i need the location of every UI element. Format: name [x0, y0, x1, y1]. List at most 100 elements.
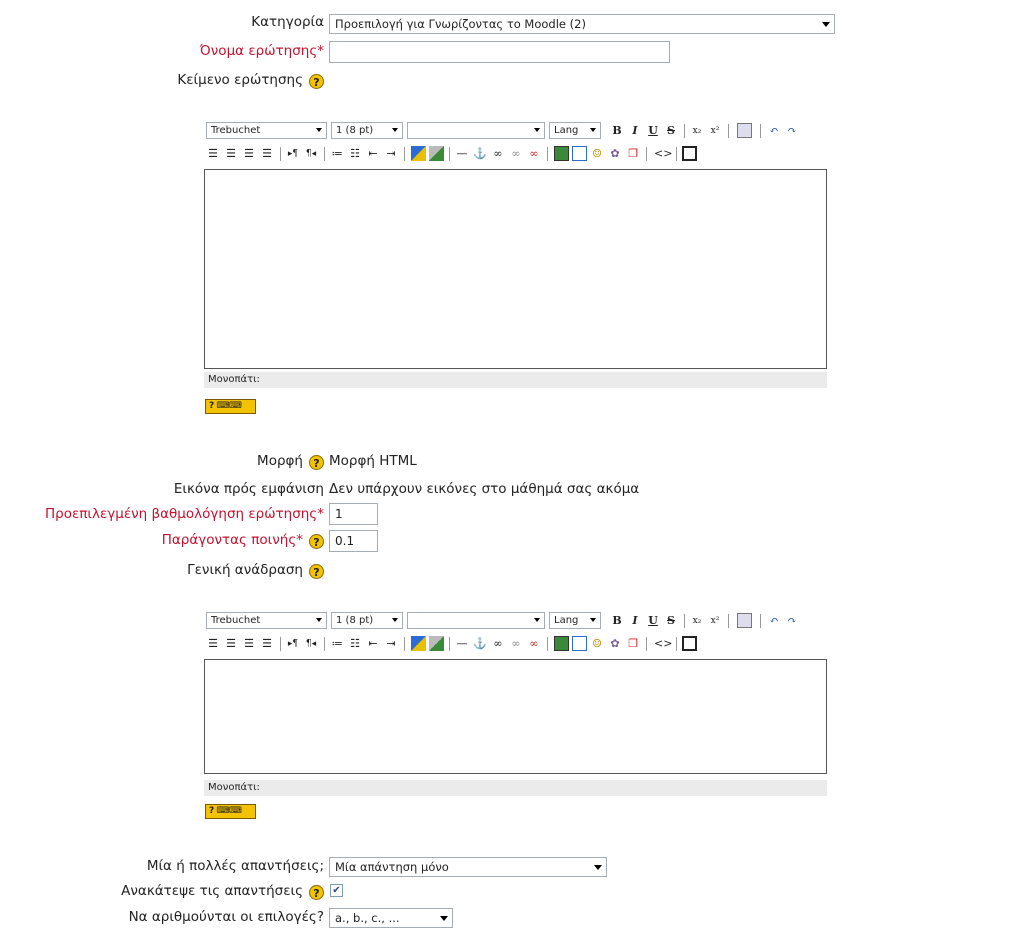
outdent-icon[interactable]: ⇤ — [366, 145, 380, 163]
html-source-icon[interactable]: <> — [654, 635, 672, 653]
help-icon[interactable]: ? — [309, 885, 324, 900]
font-family-select[interactable]: Trebuchet — [206, 122, 327, 139]
redo-icon[interactable]: ↷ — [785, 122, 799, 140]
subscript-button[interactable]: x₂ — [690, 122, 704, 140]
ordered-list-icon[interactable]: ≔ — [330, 145, 344, 163]
background-color-icon[interactable] — [429, 636, 444, 651]
html-source-icon[interactable]: <> — [654, 145, 672, 163]
unordered-list-icon[interactable]: ☷ — [348, 635, 362, 653]
category-select-value: Προεπιλογή για Γνωρίζοντας το Moodle (2) — [335, 17, 586, 31]
justify-icon[interactable]: ☰ — [260, 145, 274, 163]
italic-button[interactable]: I — [628, 612, 642, 630]
help-icon[interactable]: ? — [309, 564, 324, 579]
background-color-icon[interactable] — [429, 146, 444, 161]
category-select[interactable]: Προεπιλογή για Γνωρίζοντας το Moodle (2) — [329, 14, 835, 34]
insert-table-icon[interactable] — [572, 146, 587, 161]
help-icon[interactable]: ? — [309, 534, 324, 549]
insert-image-icon[interactable] — [554, 636, 569, 651]
superscript-button[interactable]: x² — [708, 122, 722, 140]
underline-button[interactable]: U — [646, 122, 660, 140]
underline-button[interactable]: U — [646, 612, 660, 630]
lang-select[interactable]: Lang — [549, 612, 601, 629]
shuffle-checkbox[interactable]: ✔ — [330, 884, 343, 897]
anchor-icon[interactable]: ⚓ — [473, 635, 487, 653]
nolink-icon[interactable]: ∞ — [527, 145, 541, 163]
search-replace-icon[interactable]: ❐ — [626, 145, 640, 163]
special-char-icon[interactable]: ✿ — [608, 145, 622, 163]
undo-icon[interactable]: ↶ — [767, 612, 781, 630]
font-size-select[interactable]: 1 (8 pt) — [331, 122, 403, 139]
numbering-select-value: a., b., c., ... — [335, 911, 400, 925]
unlink-icon[interactable]: ∞ — [509, 145, 523, 163]
text-color-icon[interactable] — [411, 146, 426, 161]
subscript-button[interactable]: x₂ — [690, 612, 704, 630]
horizontal-rule-icon[interactable]: — — [455, 145, 469, 163]
general-feedback-label: Γενική ανάδραση? — [187, 561, 324, 579]
rtl-icon[interactable]: ¶◂ — [304, 145, 318, 163]
general-feedback-area[interactable] — [204, 659, 827, 774]
indent-icon[interactable]: ⇥ — [384, 635, 398, 653]
chevron-down-icon — [534, 618, 540, 622]
align-center-icon[interactable]: ☰ — [224, 145, 238, 163]
chevron-down-icon — [590, 618, 596, 622]
align-left-icon[interactable]: ☰ — [206, 145, 220, 163]
search-replace-icon[interactable]: ❐ — [626, 635, 640, 653]
editor-path-bar: Μονοπάτι: — [204, 780, 827, 796]
keyboard-help-icon[interactable]: ? ⌨⌨ — [205, 399, 256, 414]
align-center-icon[interactable]: ☰ — [224, 635, 238, 653]
editor-toolbar-row-2: ☰ ☰ ☰ ☰ ▸¶ ¶◂ ≔ ☷ ⇤ ⇥ — ⚓ ∞ ∞ ∞ ☺ ✿ ❐ <> — [204, 143, 834, 165]
fullscreen-icon[interactable] — [682, 636, 697, 651]
horizontal-rule-icon[interactable]: — — [455, 635, 469, 653]
align-right-icon[interactable]: ☰ — [242, 635, 256, 653]
numbering-select[interactable]: a., b., c., ... — [329, 908, 453, 928]
toolbar-separator — [760, 614, 761, 628]
italic-button[interactable]: I — [628, 122, 642, 140]
outdent-icon[interactable]: ⇤ — [366, 635, 380, 653]
insert-table-icon[interactable] — [572, 636, 587, 651]
align-right-icon[interactable]: ☰ — [242, 145, 256, 163]
help-icon[interactable]: ? — [309, 74, 324, 89]
penalty-input[interactable]: 0.1 — [329, 530, 378, 552]
lang-select[interactable]: Lang — [549, 122, 601, 139]
editor-path-bar: Μονοπάτι: — [204, 372, 827, 388]
undo-icon[interactable]: ↶ — [767, 122, 781, 140]
rtl-icon[interactable]: ¶◂ — [304, 635, 318, 653]
font-family-select[interactable]: Trebuchet — [206, 612, 327, 629]
strikethrough-button[interactable]: S — [664, 612, 678, 630]
question-text-area[interactable] — [204, 169, 827, 369]
smiley-icon[interactable]: ☺ — [590, 145, 604, 163]
heading-select[interactable] — [407, 122, 545, 139]
text-color-icon[interactable] — [411, 636, 426, 651]
strikethrough-button[interactable]: S — [664, 122, 678, 140]
smiley-icon[interactable]: ☺ — [590, 635, 604, 653]
unlink-icon[interactable]: ∞ — [509, 635, 523, 653]
nolink-icon[interactable]: ∞ — [527, 635, 541, 653]
keyboard-help-icon[interactable]: ? ⌨⌨ — [205, 804, 256, 819]
fullscreen-icon[interactable] — [682, 146, 697, 161]
clean-word-icon[interactable] — [737, 123, 752, 138]
insert-image-icon[interactable] — [554, 146, 569, 161]
align-left-icon[interactable]: ☰ — [206, 635, 220, 653]
special-char-icon[interactable]: ✿ — [608, 635, 622, 653]
font-size-select[interactable]: 1 (8 pt) — [331, 612, 403, 629]
anchor-icon[interactable]: ⚓ — [473, 145, 487, 163]
question-name-input[interactable] — [329, 41, 670, 63]
bold-button[interactable]: B — [610, 612, 624, 630]
single-select[interactable]: Μία απάντηση μόνο — [329, 857, 607, 877]
link-icon[interactable]: ∞ — [491, 635, 505, 653]
toolbar-separator — [646, 637, 647, 651]
default-grade-input[interactable]: 1 — [329, 503, 378, 525]
ltr-icon[interactable]: ▸¶ — [286, 145, 300, 163]
redo-icon[interactable]: ↷ — [785, 612, 799, 630]
unordered-list-icon[interactable]: ☷ — [348, 145, 362, 163]
link-icon[interactable]: ∞ — [491, 145, 505, 163]
heading-select[interactable] — [407, 612, 545, 629]
help-icon[interactable]: ? — [309, 455, 324, 470]
ordered-list-icon[interactable]: ≔ — [330, 635, 344, 653]
justify-icon[interactable]: ☰ — [260, 635, 274, 653]
superscript-button[interactable]: x² — [708, 612, 722, 630]
ltr-icon[interactable]: ▸¶ — [286, 635, 300, 653]
bold-button[interactable]: B — [610, 122, 624, 140]
clean-word-icon[interactable] — [737, 613, 752, 628]
indent-icon[interactable]: ⇥ — [384, 145, 398, 163]
